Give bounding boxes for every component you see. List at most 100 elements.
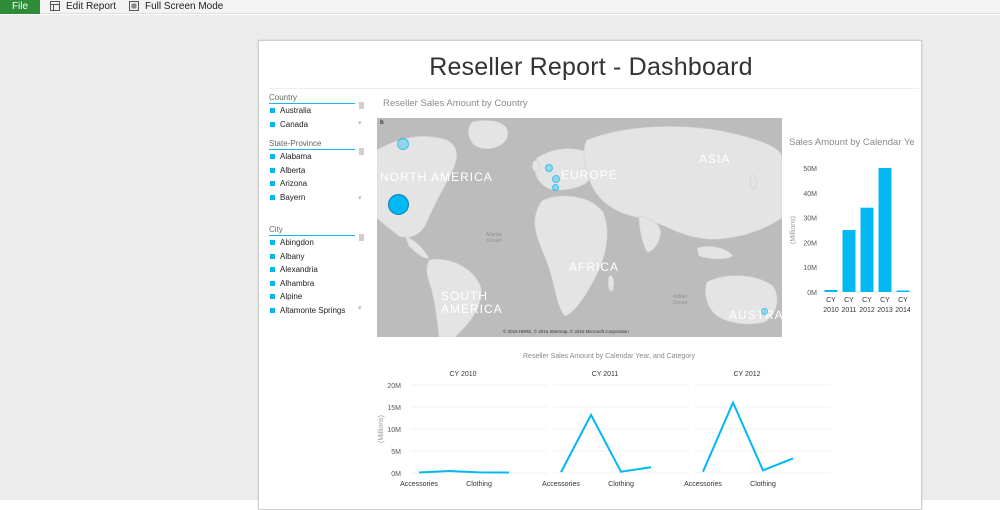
x-tick-label: 2011 <box>841 307 856 314</box>
slicer-item[interactable]: Altamonte Springs <box>269 304 371 318</box>
scroll-down-icon[interactable]: ▾ <box>358 195 364 203</box>
map-label-africa: AFRICA <box>569 260 620 274</box>
bar <box>842 230 856 292</box>
toolbar: File Edit Report Full Screen Mode <box>0 0 1000 14</box>
map-bubble-australia[interactable] <box>761 308 768 315</box>
y-tick-label: 40M <box>803 191 817 198</box>
panel-title: CY 2012 <box>733 371 760 378</box>
checkbox-icon[interactable] <box>270 253 275 259</box>
slicer-item[interactable]: Alhambra <box>269 277 371 291</box>
country-slicer[interactable]: Country Australia Canada ▾ <box>269 93 371 131</box>
x-tick-label: CY <box>826 297 836 304</box>
slicer-item[interactable]: Alberta <box>269 164 371 178</box>
checkbox-icon[interactable] <box>270 280 275 286</box>
map-bubble-canada[interactable] <box>397 138 409 150</box>
x-tick-label: Accessories <box>684 481 722 488</box>
map-label-indian-ocean: Indian Ocean <box>672 294 688 306</box>
map-label-south-america: SOUTH AMERICA <box>441 289 503 316</box>
checkbox-icon[interactable] <box>270 240 275 246</box>
slicer-item[interactable]: Alexandria <box>269 263 371 277</box>
checkbox-icon[interactable] <box>270 167 275 173</box>
state-slicer-header: State-Province <box>269 139 355 150</box>
slicer-item[interactable]: Albany <box>269 250 371 264</box>
slicer-item[interactable]: Alabama <box>269 150 371 164</box>
full-screen-icon <box>129 1 139 11</box>
scroll-down-icon[interactable]: ▾ <box>358 305 364 313</box>
sales-map[interactable]: NORTH AMERICA EUROPE ASIA AFRICA SOUTH A… <box>377 118 782 337</box>
bar <box>860 207 874 292</box>
slicer-item-label: Australia <box>280 106 312 115</box>
panel-title: CY 2010 <box>449 371 476 378</box>
map-bubble-united-states[interactable] <box>388 194 409 215</box>
checkbox-icon[interactable] <box>270 294 275 300</box>
bar <box>896 290 910 292</box>
slicer-item-label: Arizona <box>280 179 308 188</box>
title-divider <box>269 88 919 89</box>
scrollbar-thumb[interactable] <box>359 234 364 241</box>
x-tick-label: CY <box>844 297 854 304</box>
file-button[interactable]: File <box>0 0 40 14</box>
x-tick-label: CY <box>880 297 890 304</box>
scrollbar-thumb[interactable] <box>359 148 364 155</box>
slicer-item-label: Bayern <box>280 192 306 202</box>
slicer-item-label: Alexandria <box>280 265 318 274</box>
y-tick-label: 20M <box>387 383 401 390</box>
bing-logo-icon: b <box>380 120 384 126</box>
full-screen-button[interactable]: Full Screen Mode <box>129 0 223 14</box>
bar-chart-title: Sales Amount by Calendar Ye <box>789 137 914 148</box>
edit-report-label: Edit Report <box>66 1 117 12</box>
y-tick-label: 0M <box>807 290 817 297</box>
slicer-item[interactable]: Canada <box>269 118 371 132</box>
state-slicer[interactable]: State-Province Alabama Alberta Arizona B… <box>269 139 371 204</box>
y-tick-label: 30M <box>803 216 817 223</box>
checkbox-icon[interactable] <box>270 121 275 127</box>
scrollbar-thumb[interactable] <box>359 102 364 109</box>
x-tick-label: Clothing <box>608 481 634 488</box>
slicer-item[interactable]: Australia <box>269 104 371 118</box>
y-tick-label: 50M <box>803 166 817 173</box>
x-tick-label: 2012 <box>859 307 875 314</box>
x-tick-label: Clothing <box>750 481 776 488</box>
y-tick-label: 0M <box>391 471 401 478</box>
checkbox-icon[interactable] <box>270 181 275 187</box>
scroll-down-icon[interactable]: ▾ <box>358 120 364 128</box>
y-tick-label: 5M <box>391 449 401 456</box>
map-label-asia: ASIA <box>699 152 731 166</box>
x-tick-label: 2013 <box>877 307 893 314</box>
slicer-item[interactable]: Abingdon <box>269 236 371 250</box>
checkbox-icon[interactable] <box>270 108 275 114</box>
slicer-item[interactable]: Arizona <box>269 177 371 191</box>
slicer-item-label: Canada <box>280 119 309 129</box>
map-title: Reseller Sales Amount by Country <box>383 98 528 109</box>
sales-by-year-bar-chart[interactable]: 0M 10M 20M 30M 40M 50M (Millions) CY 2010 CY 2011 C… <box>785 153 915 318</box>
checkbox-icon[interactable] <box>270 267 275 273</box>
map-attribution: © 2015 HERE, © 2015 Intermap, © 2015 Mic… <box>503 329 629 334</box>
checkbox-icon[interactable] <box>270 194 275 200</box>
slicer-item[interactable]: Bayern <box>269 191 371 205</box>
report-canvas: Reseller Report - Dashboard Country Aust… <box>258 40 922 510</box>
full-screen-label: Full Screen Mode <box>145 1 224 12</box>
y-axis-label: (Millions) <box>378 415 385 443</box>
bar <box>878 168 892 292</box>
map-label-europe: EUROPE <box>561 168 618 182</box>
x-tick-label: Accessories <box>400 481 438 488</box>
edit-report-button[interactable]: Edit Report <box>50 0 116 14</box>
city-slicer[interactable]: City Abingdon Albany Alexandria Alhambra… <box>269 225 371 317</box>
map-label-text: NORTH AMERICA <box>380 170 493 184</box>
slicer-item[interactable]: Alpine <box>269 290 371 304</box>
country-slicer-header: Country <box>269 93 355 104</box>
bar <box>824 290 838 292</box>
map-bubble-germany[interactable] <box>552 175 560 183</box>
map-bubble-france[interactable] <box>552 184 559 191</box>
map-label-australia: AUSTRALIA <box>729 308 782 322</box>
slicer-item-label: Albany <box>280 251 305 261</box>
checkbox-icon[interactable] <box>270 154 275 160</box>
map-bubble-united-kingdom[interactable] <box>545 164 553 172</box>
checkbox-icon[interactable] <box>270 307 275 313</box>
series-line <box>418 470 510 474</box>
x-tick-label: Clothing <box>466 481 492 488</box>
sales-by-category-line-chart[interactable]: 0M 5M 10M 15M 20M (Millions) CY 2010 Accessorie… <box>371 363 841 499</box>
slicer-item-label: Alhambra <box>280 278 315 288</box>
map-label-north-america: NORTH AMERICA <box>380 170 493 184</box>
y-tick-label: 10M <box>803 265 817 272</box>
